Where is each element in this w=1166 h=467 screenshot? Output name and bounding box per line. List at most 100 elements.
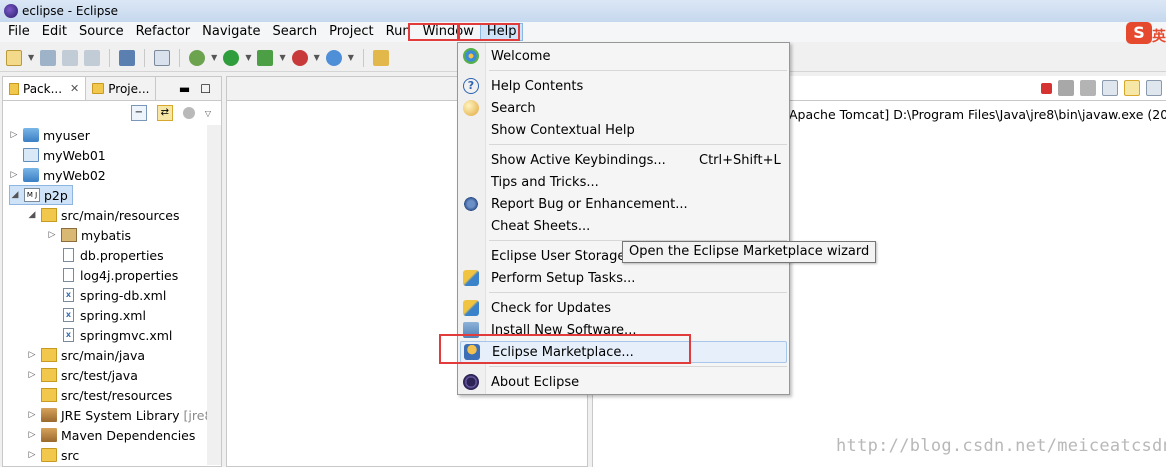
- tree-item-label: db.properties: [80, 247, 164, 263]
- expand-icon[interactable]: ▷: [27, 350, 37, 360]
- save-all-icon[interactable]: [62, 49, 79, 66]
- tree-item-label: src/test/resources: [61, 387, 173, 403]
- tab-package-explorer[interactable]: Pack... ✕: [3, 77, 87, 100]
- tree-item-label: src: [61, 447, 80, 463]
- tree-item[interactable]: ▷ src/main/java: [27, 345, 146, 365]
- debug-icon[interactable]: [189, 49, 206, 66]
- toolbar-separator: [144, 48, 146, 67]
- debug-dropdown-icon[interactable]: ▼: [211, 53, 217, 62]
- skip-breakpoints-icon[interactable]: [154, 49, 171, 66]
- menu-refactor[interactable]: Refactor: [130, 22, 197, 42]
- source-folder-icon: [41, 388, 57, 402]
- run-server-icon[interactable]: [257, 49, 274, 66]
- tree-item[interactable]: ▷ src: [27, 445, 80, 465]
- menu-item-report-bug[interactable]: Report Bug or Enhancement...: [458, 193, 789, 215]
- menu-item-contextual-help[interactable]: Show Contextual Help: [458, 119, 789, 141]
- menu-file[interactable]: File: [2, 22, 36, 42]
- tree-item[interactable]: ▷ Maven Dependencies: [27, 425, 196, 445]
- tree-item[interactable]: ▷ myuser: [9, 125, 90, 145]
- expand-icon[interactable]: ▷: [9, 170, 19, 180]
- maximize-icon[interactable]: ☐: [200, 82, 211, 96]
- expand-icon[interactable]: ▷: [27, 370, 37, 380]
- focus-icon[interactable]: [182, 107, 195, 119]
- setup-icon: [463, 270, 479, 286]
- console-icon[interactable]: [119, 49, 136, 66]
- tree-item-label: spring.xml: [80, 307, 146, 323]
- run-server-dropdown-icon[interactable]: ▼: [279, 53, 285, 62]
- word-wrap-icon[interactable]: [1146, 80, 1162, 96]
- collapse-icon[interactable]: ◢: [27, 210, 37, 220]
- close-icon[interactable]: ✕: [70, 82, 79, 95]
- run-icon[interactable]: [223, 49, 240, 66]
- source-folder-icon: [41, 368, 57, 382]
- new-dropdown-icon[interactable]: ▼: [28, 53, 34, 62]
- expand-icon[interactable]: ▷: [9, 130, 19, 140]
- open-folder-icon[interactable]: [372, 49, 389, 66]
- menu-source[interactable]: Source: [73, 22, 130, 42]
- tree-item[interactable]: ▷ src/test/java: [27, 365, 138, 385]
- tree-item-label: myuser: [43, 127, 90, 143]
- menu-item-about[interactable]: About Eclipse: [458, 371, 789, 393]
- new-icon[interactable]: [6, 49, 22, 66]
- menu-item-keybindings[interactable]: Show Active Keybindings... Ctrl+Shift+L: [458, 149, 789, 171]
- folder-icon: [41, 448, 57, 462]
- help-contents-icon: ?: [463, 78, 479, 94]
- menu-edit[interactable]: Edit: [36, 22, 73, 42]
- tree-item[interactable]: x springmvc.xml: [57, 325, 172, 345]
- menu-search[interactable]: Search: [266, 22, 323, 42]
- web-project-icon: [23, 128, 39, 142]
- external-tools-icon[interactable]: [291, 49, 308, 66]
- tree-item[interactable]: ▷ JRE System Library [jre8: [27, 405, 207, 425]
- sogou-ime-icon[interactable]: S: [1126, 22, 1152, 44]
- console-toolbar: [1041, 80, 1162, 96]
- collapse-icon[interactable]: ◢: [10, 190, 20, 200]
- menu-item-tips[interactable]: Tips and Tricks...: [458, 171, 789, 193]
- tree-item[interactable]: myWeb01: [19, 145, 106, 165]
- clear-console-icon[interactable]: [1102, 80, 1118, 96]
- tree-item[interactable]: ◢ src/main/resources: [27, 205, 180, 225]
- watermark: http://blog.csdn.net/meiceatcsdn: [836, 436, 1166, 456]
- properties-file-icon: [63, 268, 74, 282]
- menu-item-help-contents[interactable]: ? Help Contents: [458, 75, 789, 97]
- tree-item-label: JRE System Library: [61, 407, 180, 423]
- collapse-all-icon[interactable]: −: [130, 105, 147, 121]
- remove-launch-icon[interactable]: [1058, 80, 1074, 96]
- menu-project[interactable]: Project: [323, 22, 379, 42]
- tree-item[interactable]: x spring.xml: [57, 305, 146, 325]
- print-icon[interactable]: [84, 49, 101, 66]
- menu-item-cheat-sheets[interactable]: Cheat Sheets...: [458, 215, 789, 237]
- menu-separator: [489, 144, 787, 145]
- project-explorer-icon: [92, 83, 105, 94]
- tree-item[interactable]: log4j.properties: [57, 265, 178, 285]
- expand-icon[interactable]: ▷: [27, 410, 37, 420]
- tree-item[interactable]: src/test/resources: [37, 385, 172, 405]
- refresh-dropdown-icon[interactable]: ▼: [348, 53, 354, 62]
- menu-item-check-updates[interactable]: Check for Updates: [458, 297, 789, 319]
- save-icon[interactable]: [40, 49, 57, 66]
- tree-item[interactable]: ▷ mybatis: [47, 225, 132, 245]
- expand-icon[interactable]: ▷: [27, 430, 37, 440]
- menu-item-setup-tasks[interactable]: Perform Setup Tasks...: [458, 267, 789, 289]
- tree-scrollbar[interactable]: [207, 125, 221, 465]
- tree-item[interactable]: x spring-db.xml: [57, 285, 166, 305]
- expand-icon[interactable]: ▷: [27, 450, 37, 460]
- refresh-icon[interactable]: [325, 49, 342, 66]
- eclipse-app-icon: [4, 4, 18, 18]
- view-menu-icon[interactable]: ▽: [205, 109, 211, 118]
- expand-icon[interactable]: ▷: [47, 230, 57, 240]
- minimize-icon[interactable]: ▬: [179, 82, 190, 96]
- ime-mode-indicator[interactable]: 英: [1152, 26, 1166, 46]
- terminate-icon[interactable]: [1041, 83, 1052, 94]
- scroll-lock-icon[interactable]: [1124, 80, 1140, 96]
- tree-item[interactable]: ▷ myWeb02: [9, 165, 106, 185]
- run-dropdown-icon[interactable]: ▼: [245, 53, 251, 62]
- external-tools-dropdown-icon[interactable]: ▼: [314, 53, 320, 62]
- tree-item-selected[interactable]: ◢ M J p2p: [9, 185, 73, 205]
- menu-item-search[interactable]: Search: [458, 97, 789, 119]
- menu-navigate[interactable]: Navigate: [196, 22, 266, 42]
- tree-item[interactable]: db.properties: [57, 245, 164, 265]
- tab-project-explorer[interactable]: Proje...: [86, 77, 157, 100]
- link-with-editor-icon[interactable]: ⇄: [156, 105, 173, 121]
- menu-item-welcome[interactable]: Welcome: [458, 45, 789, 67]
- remove-all-terminated-icon[interactable]: [1080, 80, 1096, 96]
